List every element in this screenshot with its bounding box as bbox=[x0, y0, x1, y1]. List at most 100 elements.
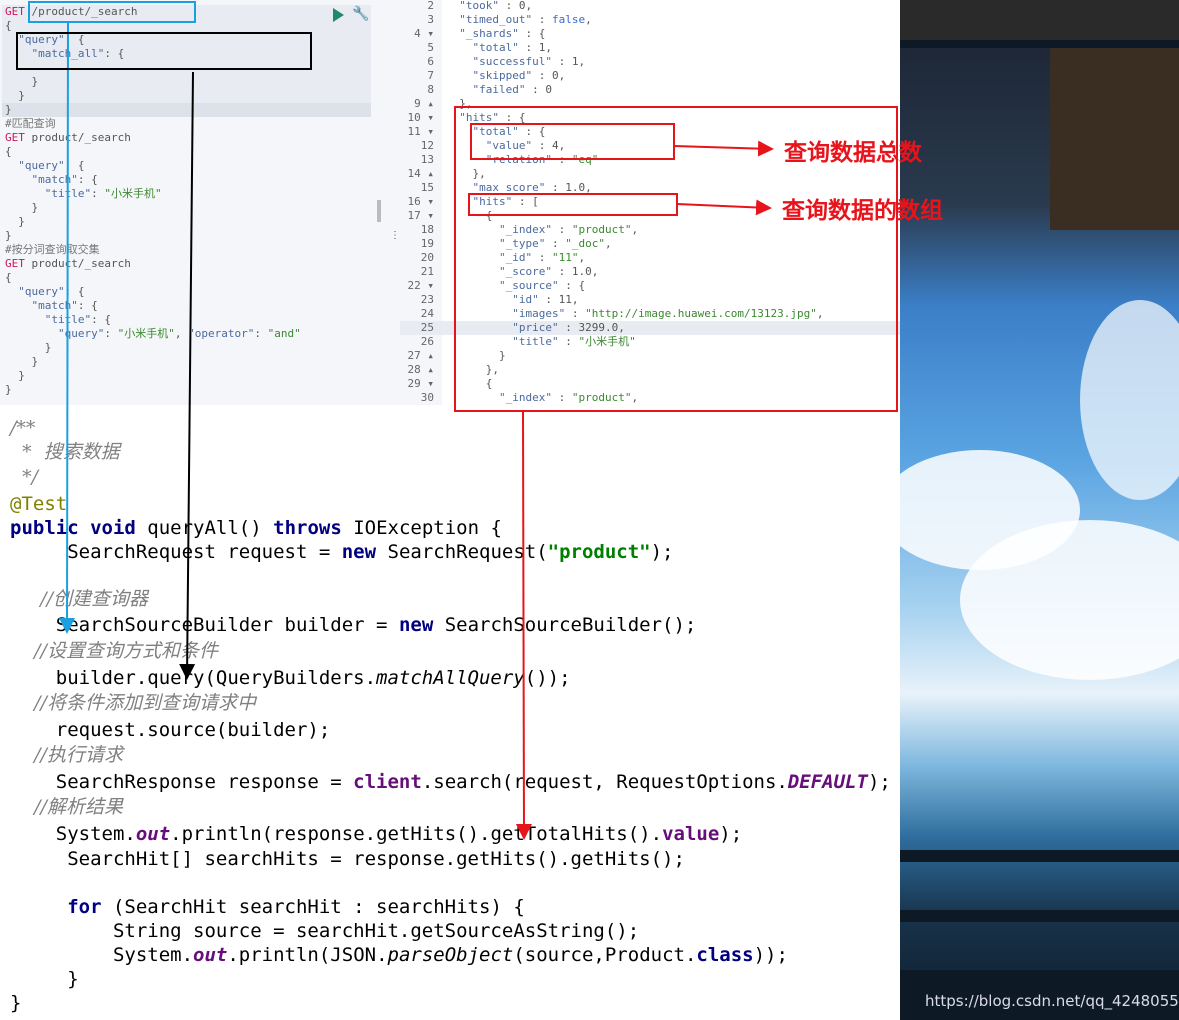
code-token: System. bbox=[10, 944, 194, 966]
editor-line[interactable]: GET product/_search bbox=[5, 131, 131, 145]
code-token: , bbox=[816, 307, 824, 320]
response-line: } bbox=[446, 349, 506, 363]
editor-line[interactable]: "query": { bbox=[5, 33, 84, 47]
editor-line[interactable]: "match": { bbox=[5, 173, 98, 187]
code-token: : [ bbox=[512, 195, 539, 208]
code-token: } bbox=[5, 369, 25, 382]
code-token: "max_score" bbox=[472, 181, 546, 194]
editor-line[interactable]: } bbox=[5, 75, 38, 89]
editor-line[interactable]: } bbox=[5, 89, 25, 103]
code-token: GET bbox=[5, 257, 32, 270]
editor-line[interactable]: "title": { bbox=[5, 313, 111, 327]
code-token: "http://image.huawei.com/13123.jpg" bbox=[585, 307, 817, 320]
code-token: String source = searchHit.getSourceAsStr… bbox=[10, 920, 640, 942]
code-token: "11" bbox=[551, 251, 579, 264]
line-number: 13 bbox=[420, 153, 434, 166]
editor-line[interactable]: "query": "小米手机", "operator": "and" bbox=[5, 327, 301, 341]
editor-line[interactable]: GET product/_search bbox=[5, 257, 131, 271]
editor-scrollbar[interactable] bbox=[377, 200, 381, 222]
code-token: "query" bbox=[18, 33, 65, 46]
editor-line[interactable]: "title": "小米手机" bbox=[5, 187, 162, 201]
play-icon[interactable] bbox=[333, 8, 344, 22]
code-token: , bbox=[174, 327, 189, 340]
line-number: 24 bbox=[420, 307, 434, 320]
editor-line[interactable]: } bbox=[5, 355, 38, 369]
code-token: */ bbox=[10, 466, 38, 488]
code-token: , bbox=[585, 13, 592, 26]
code-token: //解析结果 bbox=[10, 796, 123, 818]
code-token: * 搜索数据 bbox=[10, 441, 120, 463]
request-editor[interactable]: GET /product/_search{ "query": { "match_… bbox=[0, 0, 400, 405]
editor-line[interactable]: "match": { bbox=[5, 299, 98, 313]
code-token: "_index" bbox=[498, 391, 552, 404]
wrench-icon[interactable]: 🔧 bbox=[352, 6, 369, 22]
editor-line[interactable]: "match_all": { bbox=[5, 47, 125, 61]
line-number: 26 bbox=[420, 335, 434, 348]
response-line: "_index" : "product", bbox=[446, 223, 638, 237]
editor-line[interactable]: "query": { bbox=[5, 159, 84, 173]
code-token: } bbox=[5, 75, 39, 88]
code-token: { bbox=[446, 377, 493, 390]
code-token: } bbox=[5, 201, 39, 214]
editor-line[interactable]: { bbox=[5, 271, 12, 285]
code-token: /product/_search bbox=[31, 5, 138, 18]
response-line: "successful" : 1, bbox=[446, 55, 586, 69]
editor-line[interactable]: "query": { bbox=[5, 285, 84, 299]
code-token: "_type" bbox=[498, 237, 546, 250]
code-token: "_source" bbox=[498, 279, 559, 292]
code-line: //将条件添加到查询请求中 bbox=[10, 691, 256, 715]
response-line: "_source" : { bbox=[446, 279, 585, 293]
code-token: } bbox=[10, 968, 79, 990]
editor-line[interactable]: } bbox=[5, 341, 52, 355]
editor-line[interactable]: { bbox=[5, 145, 12, 159]
editor-line[interactable]: GET /product/_search bbox=[5, 5, 137, 19]
code-token: } bbox=[5, 215, 25, 228]
response-line: "_score" : 1.0, bbox=[446, 265, 598, 279]
code-token: : bbox=[545, 237, 566, 250]
editor-line[interactable]: #按分词查询取交集 bbox=[5, 243, 100, 257]
line-number: 14 ▴ bbox=[407, 167, 435, 180]
code-token: : 0 bbox=[525, 83, 552, 96]
code-token: System. bbox=[10, 823, 136, 845]
code-token: } bbox=[5, 383, 12, 396]
code-token: : 0, bbox=[532, 69, 566, 82]
panel-resize-handle[interactable]: ⋮ bbox=[390, 230, 400, 241]
code-token: @Test bbox=[10, 493, 68, 515]
editor-line[interactable]: } bbox=[5, 369, 25, 383]
code-token: new bbox=[398, 614, 445, 636]
code-token: GET bbox=[5, 5, 32, 18]
editor-line[interactable]: } bbox=[5, 383, 12, 397]
code-token: "successful" bbox=[472, 55, 552, 68]
code-token: client bbox=[353, 771, 422, 793]
code-token: for bbox=[10, 896, 113, 918]
editor-line[interactable]: } bbox=[5, 103, 12, 117]
editor-line[interactable]: { bbox=[5, 19, 12, 33]
code-token: } bbox=[5, 355, 39, 368]
code-token: }, bbox=[446, 97, 473, 110]
editor-line[interactable]: } bbox=[5, 215, 25, 229]
code-token: .search(request, RequestOptions. bbox=[421, 771, 788, 793]
code-token: IOException { bbox=[353, 517, 502, 539]
response-line: "hits" : { bbox=[446, 111, 525, 125]
code-line: public void queryAll() throws IOExceptio… bbox=[10, 516, 502, 540]
code-token: "_score" bbox=[498, 265, 552, 278]
code-token: : bbox=[91, 187, 105, 200]
code-line: } bbox=[10, 967, 79, 991]
code-token: ()); bbox=[524, 667, 571, 689]
editor-line[interactable]: } bbox=[5, 229, 12, 243]
background-artwork bbox=[900, 0, 1179, 1020]
code-token: , bbox=[631, 223, 639, 236]
line-number: 6 bbox=[427, 55, 434, 68]
code-token: , bbox=[578, 251, 586, 264]
editor-line[interactable]: #匹配查询 bbox=[5, 117, 56, 131]
line-number: 22 ▾ bbox=[407, 279, 435, 292]
editor-line[interactable]: } bbox=[5, 201, 38, 215]
code-line: SearchSourceBuilder builder = new Search… bbox=[10, 613, 697, 637]
active-request-highlight bbox=[2, 5, 371, 117]
